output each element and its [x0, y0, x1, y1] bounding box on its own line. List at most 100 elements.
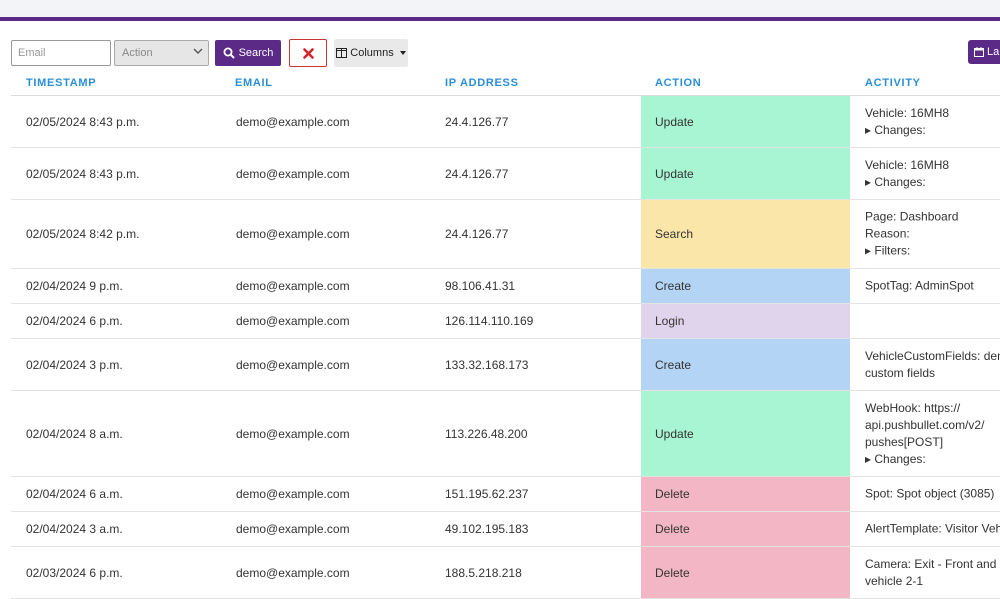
ip-address-cell: 24.4.126.77	[445, 114, 509, 129]
ip-address-cell: 133.32.168.173	[445, 357, 529, 372]
action-cell: Delete	[641, 547, 850, 598]
search-button[interactable]: Search	[215, 40, 281, 66]
timestamp-cell: 02/05/2024 8:43 p.m.	[26, 166, 140, 181]
date-range-button[interactable]: La	[968, 40, 1000, 64]
table-body: 02/05/2024 8:43 p.m. demo@example.com 24.4…	[11, 96, 1000, 599]
header-ip-address[interactable]: IP ADDRESS	[445, 77, 519, 89]
action-cell: Update	[641, 391, 850, 476]
table-row[interactable]: 02/04/2024 3 a.m. demo@example.com 49.102.…	[11, 512, 1000, 547]
ip-address-cell: 188.5.218.218	[445, 565, 522, 580]
action-cell: Create	[641, 269, 850, 303]
caret-down-icon	[399, 51, 406, 55]
action-cell: Search	[641, 200, 850, 268]
action-select-value: Action	[122, 47, 153, 59]
ip-address-cell: 151.195.62.237	[445, 487, 529, 501]
action-filter-select[interactable]: Action	[114, 40, 209, 66]
action-cell: Delete	[641, 512, 850, 546]
email-filter-input[interactable]	[11, 40, 111, 66]
timestamp-cell: 02/04/2024 3 a.m.	[26, 522, 123, 536]
activity-cell	[865, 304, 1000, 338]
activity-line: Page: Dashboard	[865, 209, 959, 224]
action-cell: Update	[641, 96, 850, 147]
activity-line: AlertTemplate: Visitor Vehi	[865, 521, 1000, 536]
header-activity[interactable]: ACTIVITY	[865, 77, 921, 89]
table-row[interactable]: 02/03/2024 6 p.m. demo@example.com 188.5.2…	[11, 547, 1000, 599]
table-row[interactable]: 02/05/2024 8:43 p.m. demo@example.com 24.4…	[11, 148, 1000, 200]
email-cell: demo@example.com	[236, 166, 350, 181]
action-cell: Update	[641, 148, 850, 199]
table-header: TIMESTAMP EMAIL IP ADDRESS ACTION ACTIVI…	[11, 72, 1000, 96]
activity-line: api.pushbullet.com/v2/	[865, 417, 985, 432]
activity-line: VehicleCustomFields: dem	[865, 348, 1000, 363]
email-cell: demo@example.com	[236, 114, 350, 129]
activity-line: pushes[POST]	[865, 434, 944, 449]
activity-details-toggle[interactable]: ▸ Filters:	[865, 243, 1000, 260]
ip-address-cell: 49.102.195.183	[445, 522, 529, 536]
table-row[interactable]: 02/04/2024 9 p.m. demo@example.com 98.106.…	[11, 269, 1000, 304]
header-action[interactable]: ACTION	[655, 77, 701, 89]
search-icon	[223, 47, 235, 59]
activity-line: SpotTag: AdminSpot	[865, 278, 974, 293]
activity-line: Camera: Exit - Front and re	[865, 556, 1000, 571]
email-cell: demo@example.com	[236, 314, 350, 328]
ip-address-cell: 126.114.110.169	[445, 314, 534, 328]
activity-cell: Vehicle: 16MH8 ▸ Changes:	[865, 96, 1000, 147]
table-row[interactable]: 02/04/2024 8 a.m. demo@example.com 113.226…	[11, 391, 1000, 477]
activity-cell: Spot: Spot object (3085)	[865, 477, 1000, 511]
activity-cell: VehicleCustomFields: dem custom fields	[865, 339, 1000, 390]
action-cell: Login	[641, 304, 850, 338]
timestamp-cell: 02/04/2024 9 p.m.	[26, 279, 123, 293]
timestamp-cell: 02/04/2024 6 a.m.	[26, 487, 123, 501]
table-row[interactable]: 02/05/2024 8:43 p.m. demo@example.com 24.4…	[11, 96, 1000, 148]
timestamp-cell: 02/04/2024 6 p.m.	[26, 314, 123, 328]
close-icon	[302, 47, 314, 59]
columns-button-label: Columns	[350, 47, 394, 59]
timestamp-cell: 02/04/2024 8 a.m.	[26, 426, 123, 441]
activity-line: WebHook: https://	[865, 400, 961, 415]
activity-cell: WebHook: https:// api.pushbullet.com/v2/p…	[865, 391, 1000, 476]
columns-icon	[336, 48, 348, 58]
search-button-label: Search	[238, 47, 274, 59]
activity-cell: Page: Dashboard Reason: ▸ Filters:	[865, 200, 1000, 268]
activity-line: Vehicle: 16MH8	[865, 157, 950, 172]
date-range-label: La	[987, 46, 1000, 58]
activity-line: vehicle 2-1	[865, 573, 924, 588]
ip-address-cell: 98.106.41.31	[445, 279, 516, 293]
chevron-down-icon	[193, 48, 203, 54]
calendar-icon	[974, 47, 984, 57]
table-row[interactable]: 02/05/2024 8:42 p.m. demo@example.com 24.4…	[11, 200, 1000, 269]
timestamp-cell: 02/05/2024 8:43 p.m.	[26, 114, 140, 129]
email-cell: demo@example.com	[236, 565, 350, 580]
action-cell: Delete	[641, 477, 850, 511]
ip-address-cell: 24.4.126.77	[445, 227, 509, 241]
activity-line: Reason:	[865, 226, 910, 241]
email-cell: demo@example.com	[236, 522, 350, 536]
table-row[interactable]: 02/04/2024 3 p.m. demo@example.com 133.32.…	[11, 339, 1000, 391]
activity-details-toggle[interactable]: ▸ Changes:	[865, 122, 1000, 139]
email-cell: demo@example.com	[236, 227, 350, 241]
email-cell: demo@example.com	[236, 279, 350, 293]
header-email[interactable]: EMAIL	[235, 77, 273, 89]
email-cell: demo@example.com	[236, 357, 350, 372]
columns-dropdown-button[interactable]: Columns	[334, 39, 408, 67]
activity-cell: Camera: Exit - Front and re vehicle 2-1	[865, 547, 1000, 598]
timestamp-cell: 02/05/2024 8:42 p.m.	[26, 227, 140, 241]
table-row[interactable]: 02/04/2024 6 a.m. demo@example.com 151.195…	[11, 477, 1000, 512]
table-row[interactable]: 02/04/2024 6 p.m. demo@example.com 126.114…	[11, 304, 1000, 339]
ip-address-cell: 113.226.48.200	[445, 426, 528, 441]
activity-details-toggle[interactable]: ▸ Changes:	[865, 451, 1000, 468]
email-cell: demo@example.com	[236, 487, 350, 501]
email-cell: demo@example.com	[236, 426, 350, 441]
timestamp-cell: 02/03/2024 6 p.m.	[26, 565, 123, 580]
activity-details-toggle[interactable]: ▸ Changes:	[865, 174, 1000, 191]
action-cell: Create	[641, 339, 850, 390]
activity-line: custom fields	[865, 365, 936, 380]
activity-log-table: TIMESTAMP EMAIL IP ADDRESS ACTION ACTIVI…	[11, 72, 1000, 599]
header-timestamp[interactable]: TIMESTAMP	[26, 77, 96, 89]
clear-filters-button[interactable]	[289, 39, 327, 67]
activity-cell: AlertTemplate: Visitor Vehi	[865, 512, 1000, 546]
ip-address-cell: 24.4.126.77	[445, 166, 509, 181]
activity-cell: SpotTag: AdminSpot	[865, 269, 1000, 303]
activity-line: Spot: Spot object (3085)	[865, 486, 995, 501]
top-strip	[0, 0, 1000, 17]
